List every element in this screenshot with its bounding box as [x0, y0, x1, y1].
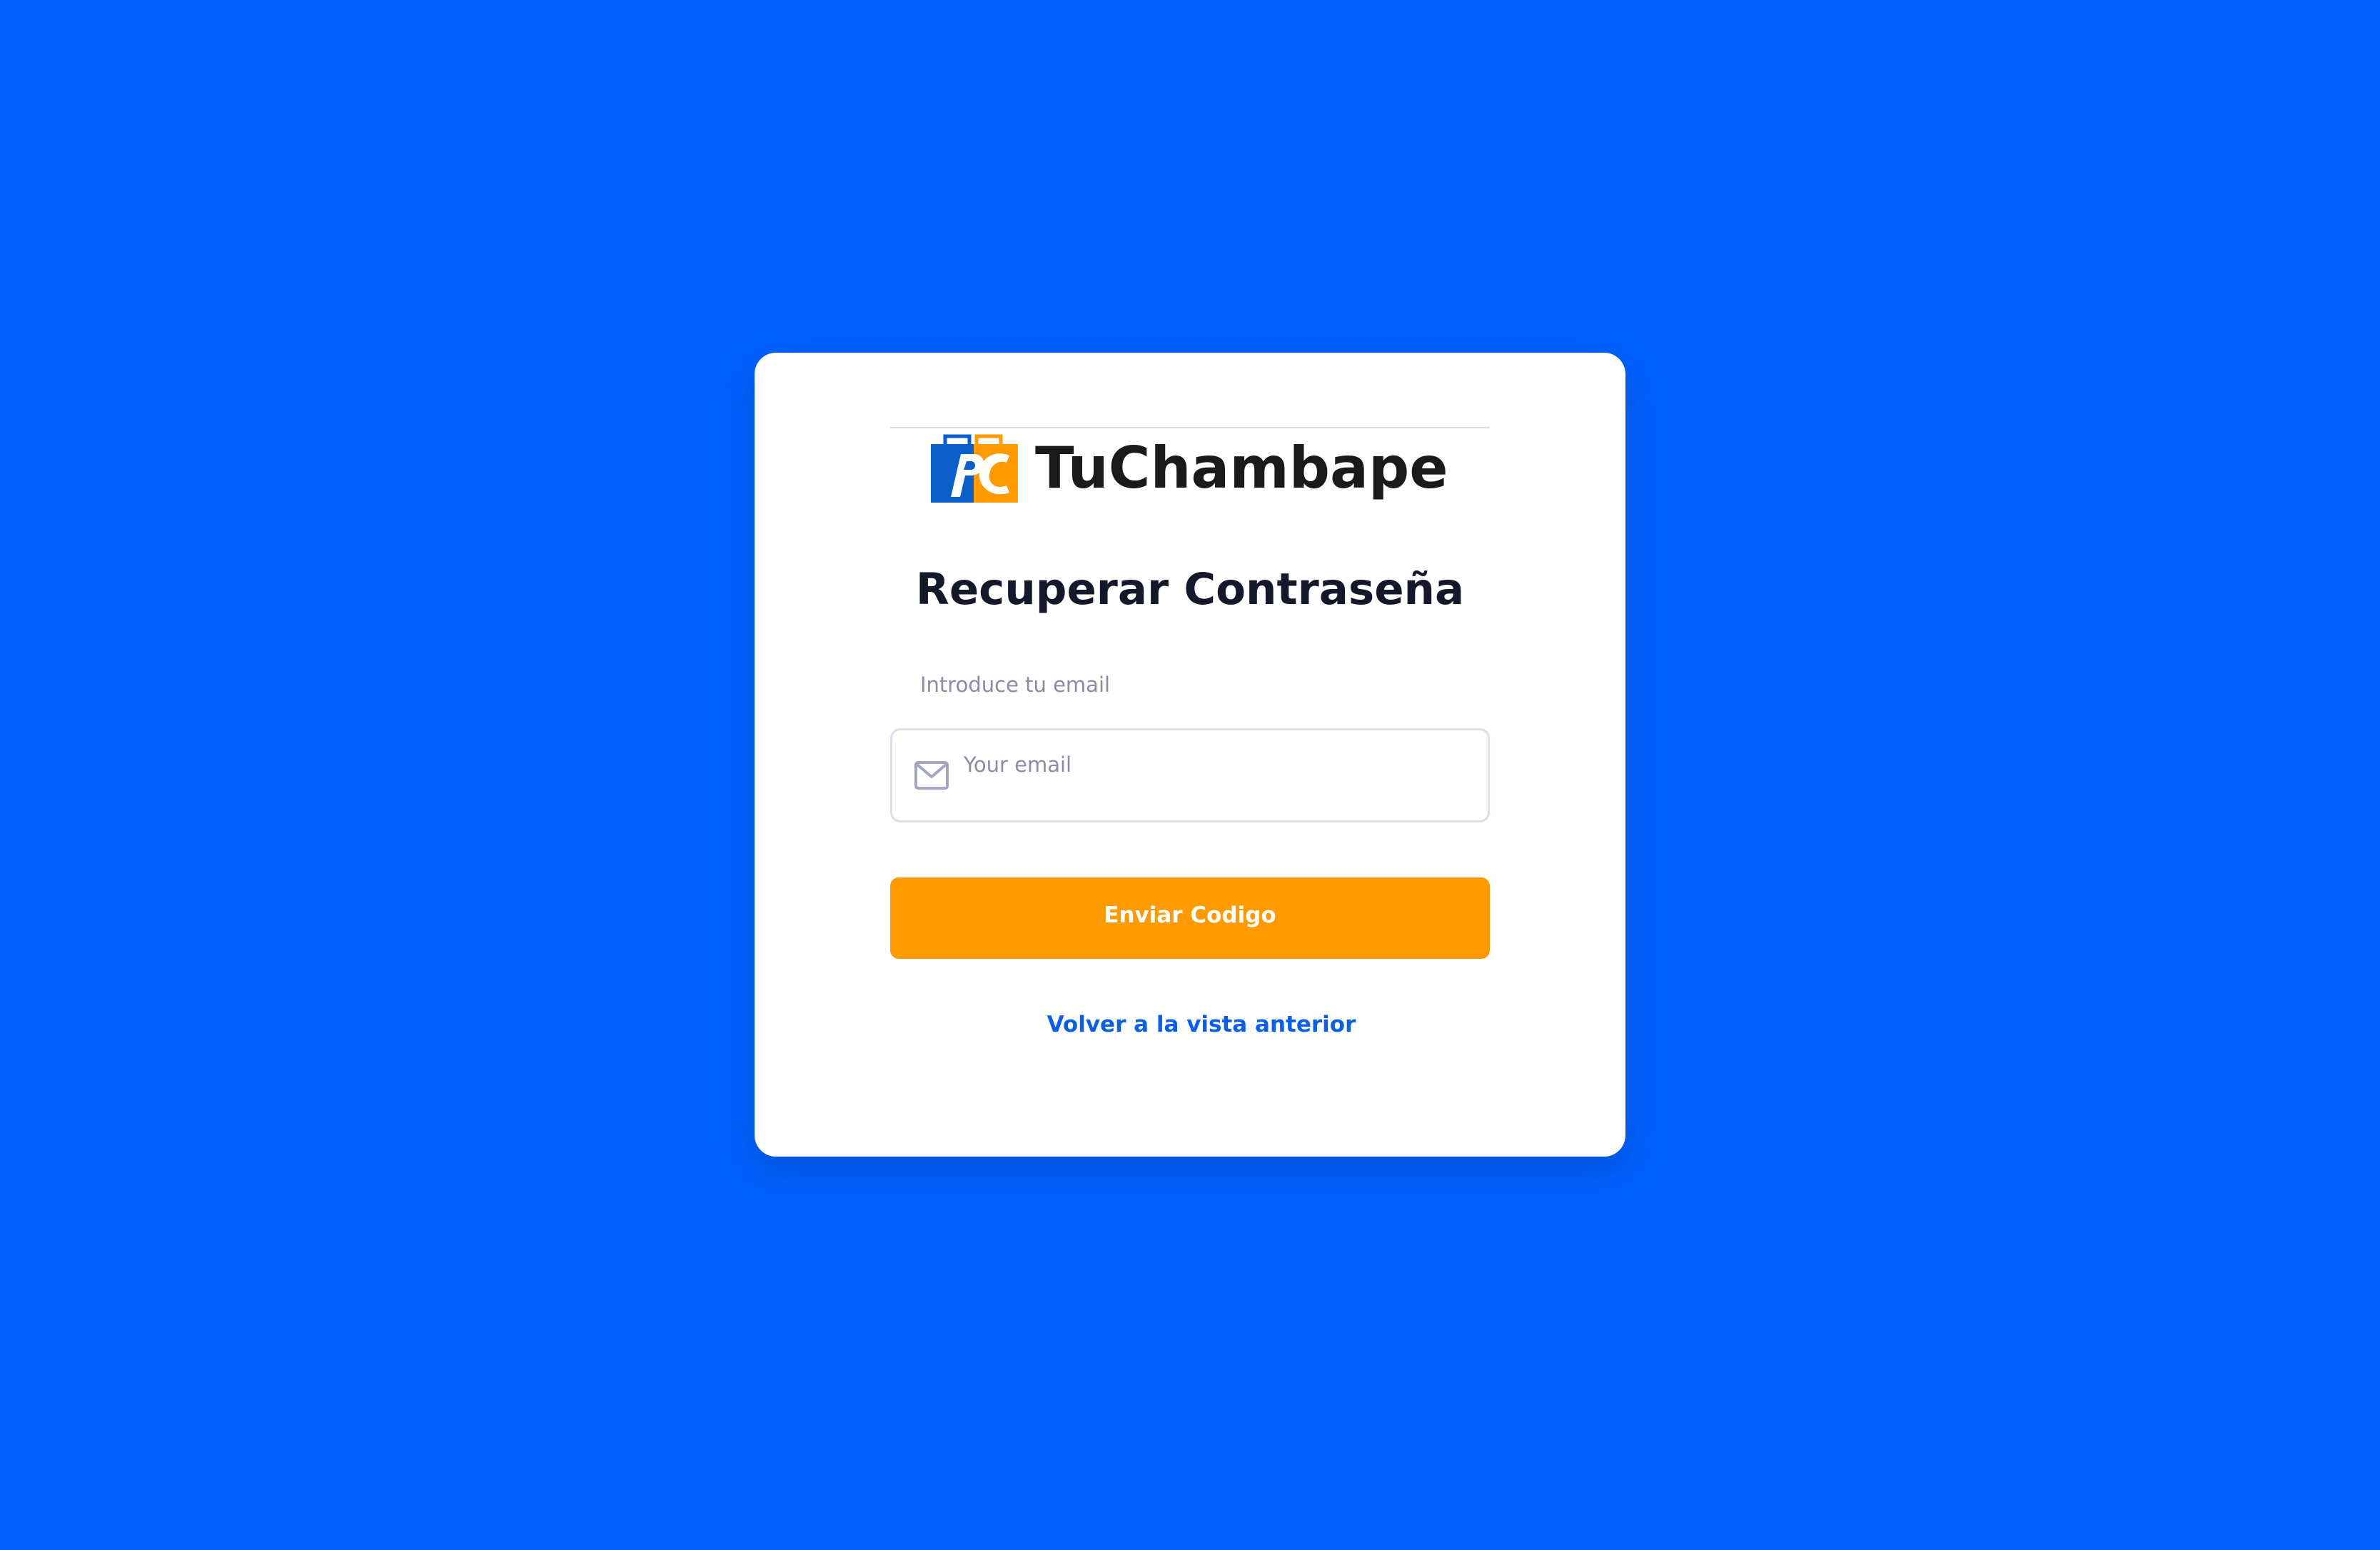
send-code-button[interactable]: Enviar Codigo — [890, 877, 1490, 959]
email-input[interactable] — [964, 743, 1463, 786]
tuchambape-logo-icon — [931, 434, 1018, 503]
email-label: Introduce tu email — [920, 673, 1111, 697]
brand-name: TuChambape — [1035, 435, 1448, 501]
logo-divider — [890, 427, 1490, 428]
mail-icon — [914, 761, 949, 790]
password-recovery-card: TuChambape Recuperar Contraseña Introduc… — [755, 353, 1625, 1157]
back-link[interactable]: Volver a la vista anterior — [1002, 1007, 1401, 1042]
email-field[interactable] — [890, 728, 1490, 822]
page-title: Recuperar Contraseña — [915, 564, 1465, 615]
